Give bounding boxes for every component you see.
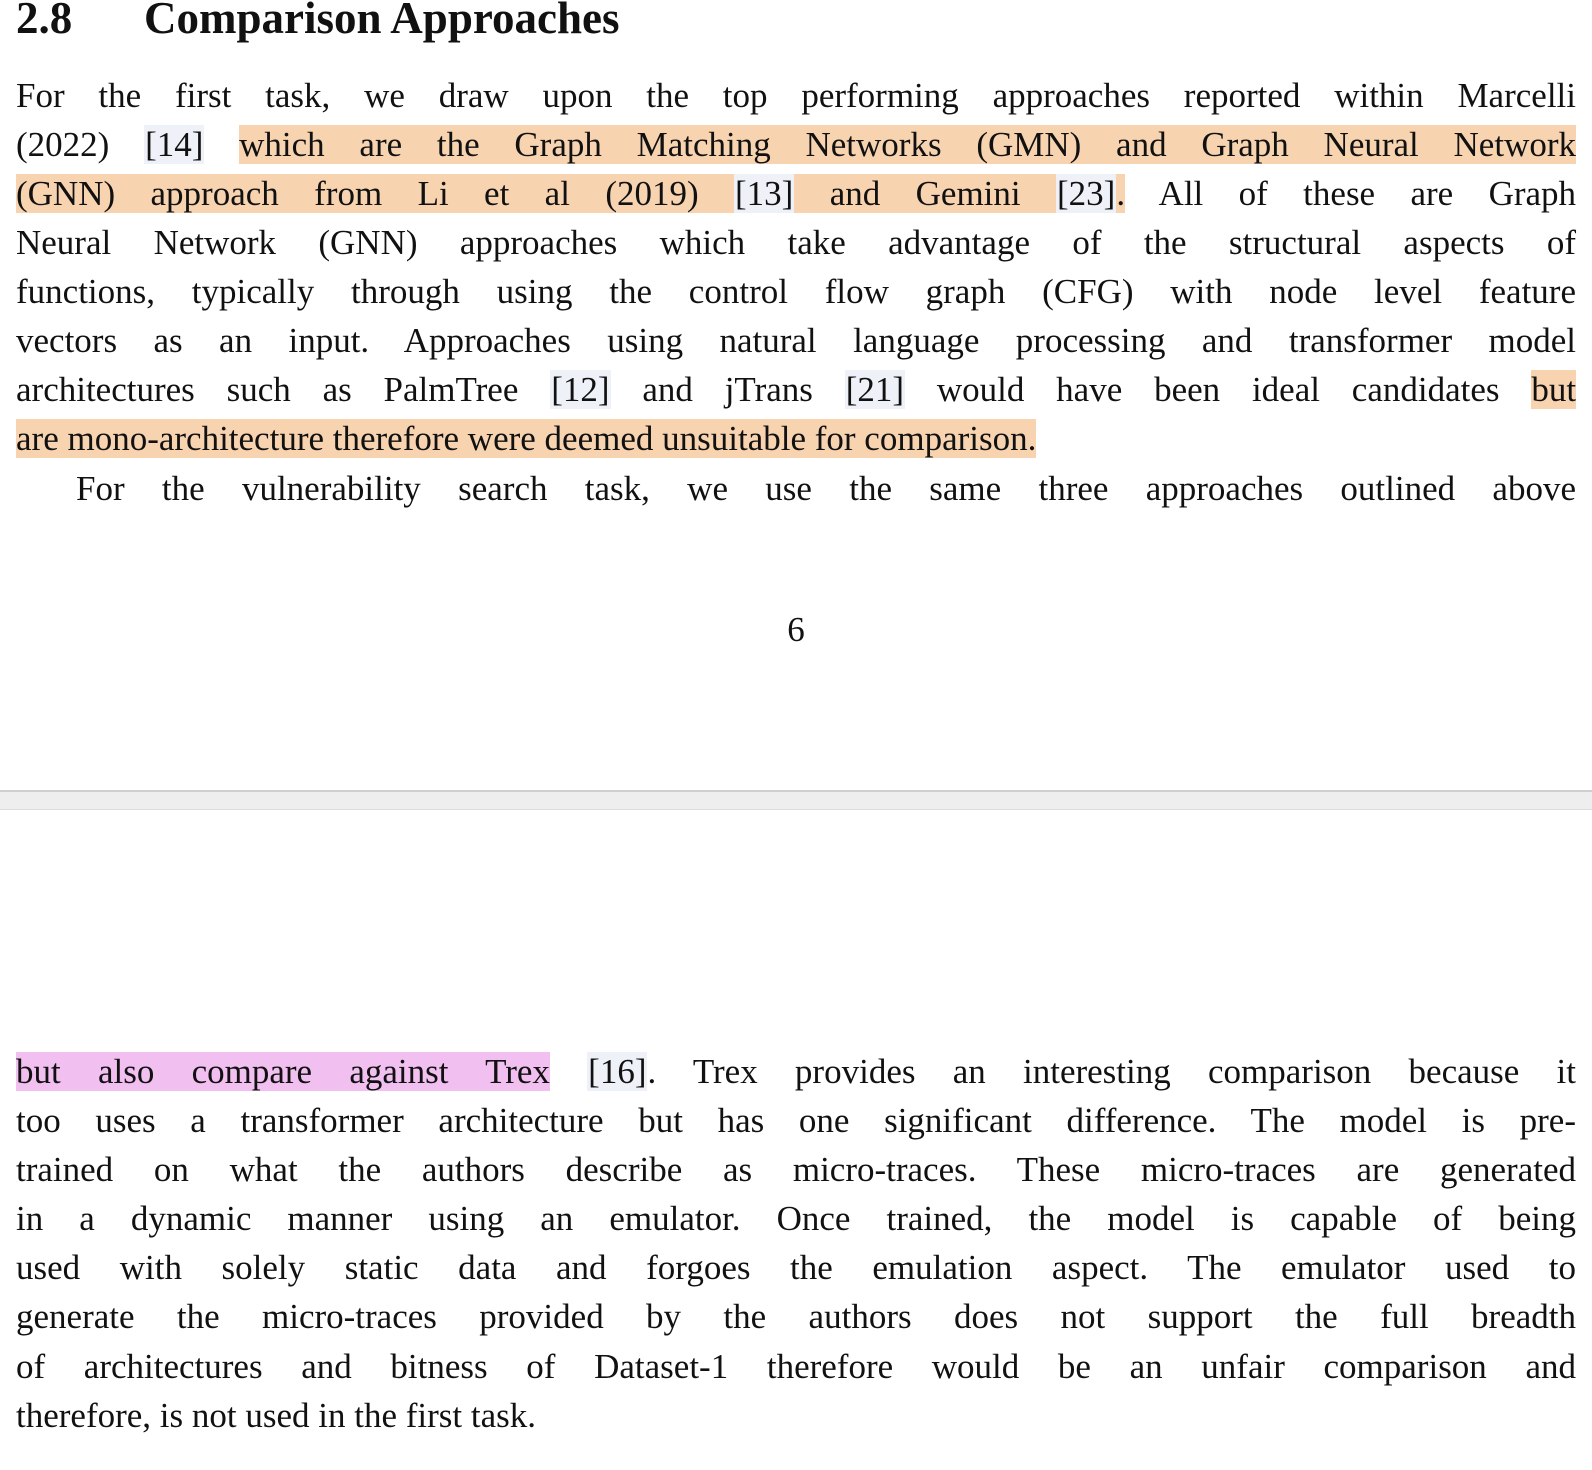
text-line: of architectures and bitness of Dataset-… [16, 1345, 1576, 1389]
text-line: For the vulnerability search task, we us… [76, 467, 1576, 511]
text-run: (GNN) approach from Li et al (2019) [16, 174, 699, 213]
section-title: Comparison Approaches [144, 0, 620, 43]
citation-link[interactable]: [12] [550, 370, 611, 409]
highlight-orange: (GNN) approach from Li et al (2019) [13]… [16, 174, 1126, 213]
citation-link[interactable]: [13] [734, 174, 795, 213]
text-run: and Gemini [829, 174, 1021, 213]
text-line: vectors as an input. Approaches using na… [16, 319, 1576, 363]
citation-link[interactable]: [16] [587, 1052, 648, 1091]
text-line: but also compare against Trex [16]. Trex… [16, 1050, 1576, 1094]
text-line: in a dynamic manner using an emulator. O… [16, 1197, 1576, 1241]
highlight-orange: but [1531, 370, 1577, 409]
citation-link[interactable]: [23] [1056, 174, 1117, 213]
page-number: 6 [787, 610, 805, 649]
text-line: are mono-architecture therefore were dee… [16, 417, 1576, 461]
text-run: of architectures and bitness of Dataset-… [16, 1347, 1576, 1386]
text-run: used with solely static data and forgoes… [16, 1248, 1576, 1287]
text-line: (GNN) approach from Li et al (2019) [13]… [16, 172, 1576, 216]
text-line: trained on what the authors describe as … [16, 1148, 1576, 1192]
section-number: 2.8 [16, 0, 73, 43]
citation-link[interactable]: [21] [844, 370, 906, 409]
highlight-orange: which are the Graph Matching Networks (G… [239, 125, 1576, 164]
text-line: Neural Network (GNN) approaches which ta… [16, 221, 1576, 265]
document-page-7: but also compare against Trex [16]. Trex… [0, 810, 1592, 1470]
text-line: functions, typically through using the c… [16, 270, 1576, 314]
highlight-pink: but also compare against Trex [16, 1052, 550, 1091]
text-line: For the first task, we draw upon the top… [16, 74, 1576, 118]
text-run: . [1116, 174, 1126, 213]
text-run: All of these are Graph [1158, 174, 1577, 213]
text-line: (2022) [14] which are the Graph Matching… [16, 123, 1576, 167]
text-run: architectures such as PalmTree [16, 370, 519, 409]
page-separator [0, 790, 1592, 810]
text-run: therefore, is not used in the first task… [16, 1396, 537, 1435]
text-line: generate the micro-traces provided by th… [16, 1295, 1576, 1339]
citation-link[interactable]: [14] [144, 125, 205, 164]
text-run: in a dynamic manner using an emulator. O… [16, 1199, 1576, 1238]
text-run: generate the micro-traces provided by th… [16, 1297, 1576, 1336]
text-run: trained on what the authors describe as … [16, 1150, 1576, 1189]
text-line: therefore, is not used in the first task… [16, 1394, 1576, 1438]
text-run: For the first task, we draw upon the top… [16, 76, 1576, 115]
text-line: architectures such as PalmTree [12] and … [16, 368, 1577, 412]
text-line: too uses a transformer architecture but … [16, 1099, 1576, 1143]
text-run: vectors as an input. Approaches using na… [16, 321, 1576, 360]
document-page-6: 2.8 Comparison Approaches For the first t… [0, 0, 1592, 790]
text-line: used with solely static data and forgoes… [16, 1246, 1576, 1290]
text-run: . Trex provides an interesting compariso… [647, 1052, 1576, 1091]
text-run: too uses a transformer architecture but … [16, 1101, 1576, 1140]
section-heading: 2.8 Comparison Approaches [16, 0, 620, 48]
text-run: For the vulnerability search task, we us… [76, 469, 1576, 508]
text-run: (2022) [16, 125, 110, 164]
text-run: Neural Network (GNN) approaches which ta… [16, 223, 1576, 262]
highlight-orange: are mono-architecture therefore were dee… [16, 419, 1037, 458]
text-run: functions, typically through using the c… [16, 272, 1576, 311]
text-run: and jTrans [642, 370, 813, 409]
text-run: would have been ideal candidates [936, 370, 1500, 409]
